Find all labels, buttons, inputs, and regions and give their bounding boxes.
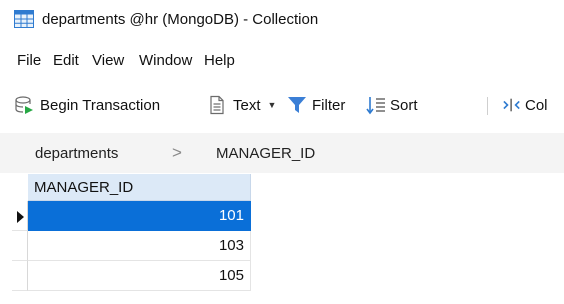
chevron-down-icon: ▼	[267, 100, 277, 110]
table-grid-icon	[14, 10, 34, 28]
filter-label: Filter	[312, 96, 346, 114]
menu-file[interactable]: File	[17, 52, 41, 69]
menu-edit[interactable]: Edit	[53, 52, 79, 69]
breadcrumb: departments > MANAGER_ID	[0, 133, 564, 173]
row-indicator[interactable]	[12, 231, 28, 261]
breadcrumb-field[interactable]: MANAGER_ID	[216, 145, 315, 162]
table-cell[interactable]: 101	[28, 201, 251, 231]
menu-window[interactable]: Window	[139, 52, 192, 69]
column-header-label: MANAGER_ID	[34, 179, 134, 196]
sort-label: Sort	[390, 96, 418, 114]
sort-icon	[366, 97, 385, 115]
filter-button[interactable]: Filter	[287, 93, 345, 117]
begin-transaction-label: Begin Transaction	[40, 96, 161, 114]
menu-help[interactable]: Help	[204, 52, 235, 69]
menu-bar: File Edit View Window Help	[0, 50, 564, 74]
begin-transaction-icon	[15, 96, 33, 114]
begin-transaction-button[interactable]: Begin Transaction	[14, 93, 160, 117]
menu-view[interactable]: View	[92, 52, 124, 69]
table-cell[interactable]: 105	[28, 261, 251, 291]
table-cell[interactable]: 103	[28, 231, 251, 261]
sort-button[interactable]: Sort	[366, 93, 418, 117]
toolbar: Begin Transaction Text ▼ Filter Sort Col	[0, 89, 564, 123]
text-view-label: Text	[233, 96, 261, 114]
row-indicator[interactable]	[12, 261, 28, 291]
window-title: departments @hr (MongoDB) - Collection	[42, 11, 319, 28]
title-bar: departments @hr (MongoDB) - Collection	[0, 0, 564, 40]
text-view-dropdown[interactable]: Text ▼	[207, 93, 276, 117]
columns-label: Col	[525, 96, 548, 114]
toolbar-separator	[487, 97, 488, 115]
breadcrumb-collection[interactable]: departments	[35, 145, 118, 162]
columns-button[interactable]: Col	[502, 93, 548, 117]
current-row-indicator-icon[interactable]	[12, 201, 28, 231]
columns-icon	[503, 98, 520, 112]
breadcrumb-separator-icon: >	[172, 143, 182, 162]
document-text-icon	[210, 95, 224, 115]
collection-window: departments @hr (MongoDB) - Collection F…	[0, 0, 564, 304]
column-header-manager-id[interactable]: MANAGER_ID	[28, 174, 251, 201]
filter-funnel-icon	[288, 97, 306, 113]
